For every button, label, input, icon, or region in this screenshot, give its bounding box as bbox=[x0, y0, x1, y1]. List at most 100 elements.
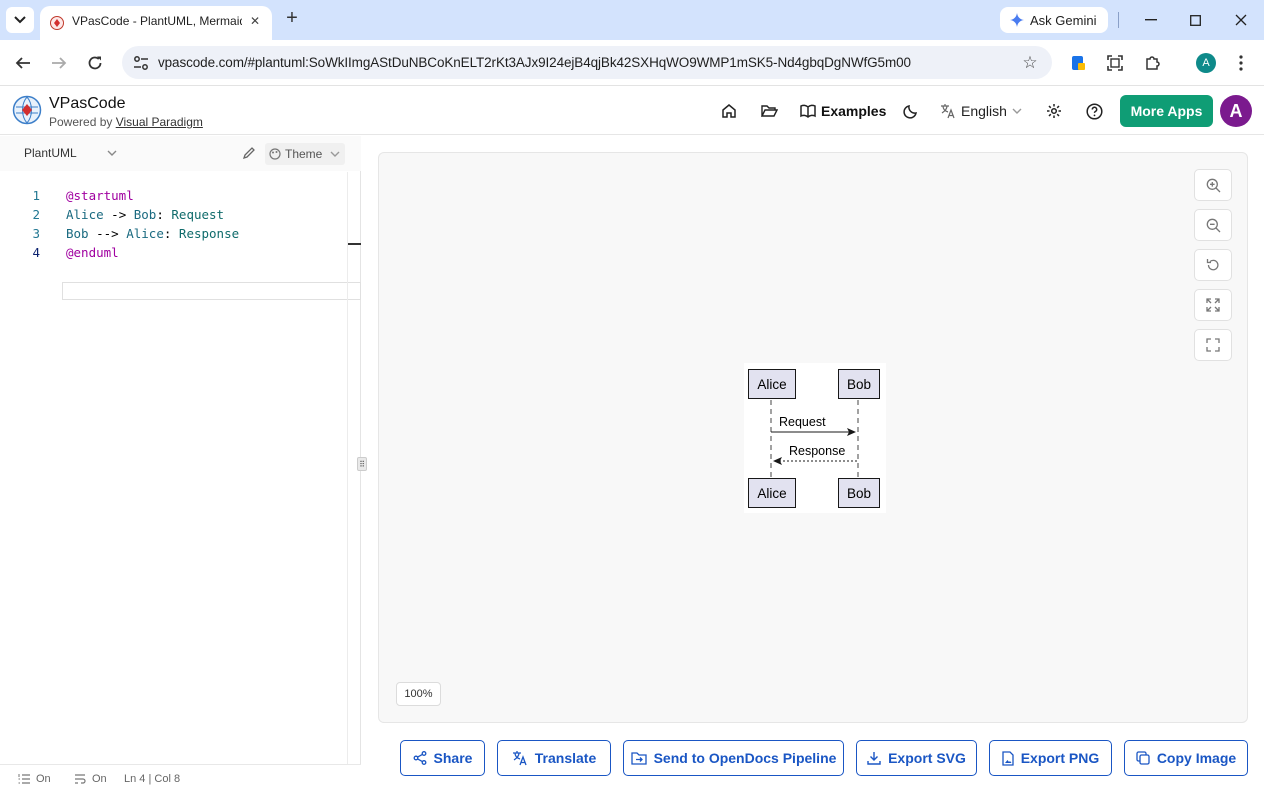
chevron-down-icon bbox=[1012, 108, 1022, 114]
theme-select[interactable]: Theme bbox=[265, 143, 345, 165]
code-editor[interactable]: 1 @startuml 2 Alice -> Bob: Request 3 Bo… bbox=[0, 172, 361, 764]
code-text: @enduml bbox=[66, 245, 119, 260]
close-window-button[interactable] bbox=[1226, 8, 1256, 32]
editor-toolbar: PlantUML Theme bbox=[0, 136, 361, 171]
home-icon bbox=[721, 103, 737, 119]
code-token: Bob bbox=[133, 207, 157, 222]
diagram-language-select[interactable]: PlantUML bbox=[24, 146, 117, 160]
brand-name: VPasCode bbox=[49, 95, 126, 112]
code-token: @enduml bbox=[66, 245, 119, 260]
list-numbered-icon bbox=[18, 774, 30, 784]
question-circle-icon bbox=[1085, 102, 1103, 120]
chevron-down-icon bbox=[107, 150, 117, 156]
settings-button[interactable] bbox=[1043, 100, 1065, 122]
tab-search-button[interactable] bbox=[6, 7, 34, 33]
participant-alice-top: Alice bbox=[748, 369, 796, 399]
editor-scrollbar-track[interactable] bbox=[347, 172, 348, 764]
line-number: 3 bbox=[32, 226, 40, 241]
reload-button[interactable] bbox=[81, 49, 109, 77]
code-token: : bbox=[156, 207, 172, 222]
tab-title: VPasCode - PlantUML, Mermaid bbox=[72, 14, 242, 28]
participant-bob-top: Bob bbox=[838, 369, 880, 399]
open-folder-button[interactable] bbox=[758, 100, 780, 122]
export-svg-button[interactable]: Export SVG bbox=[856, 740, 977, 776]
export-png-button[interactable]: Export PNG bbox=[989, 740, 1112, 776]
fullscreen-icon bbox=[1206, 338, 1220, 352]
chevron-down-icon bbox=[330, 151, 340, 157]
participant-bob-bottom: Bob bbox=[838, 478, 880, 508]
translate-button[interactable]: Translate bbox=[497, 740, 611, 776]
book-open-icon bbox=[800, 104, 816, 118]
fullscreen-button[interactable] bbox=[1194, 329, 1232, 361]
translate-label: Translate bbox=[534, 750, 597, 766]
code-token: : bbox=[163, 226, 179, 241]
copy-image-label: Copy Image bbox=[1156, 750, 1237, 766]
browser-menu-icon[interactable] bbox=[1227, 49, 1255, 77]
new-tab-button[interactable]: + bbox=[282, 8, 302, 30]
extensions-puzzle-icon[interactable] bbox=[1138, 49, 1166, 77]
browser-tab-active[interactable]: VPasCode - PlantUML, Mermaid ✕ bbox=[40, 6, 272, 40]
reset-zoom-button[interactable] bbox=[1194, 249, 1232, 281]
share-button[interactable]: Share bbox=[400, 740, 485, 776]
line-number: 2 bbox=[32, 207, 40, 222]
zoom-level-indicator: 100% bbox=[396, 682, 441, 706]
more-apps-button[interactable]: More Apps bbox=[1120, 95, 1213, 127]
editor-panel: PlantUML Theme 1 @startuml 2 Alice -> Bo… bbox=[0, 136, 361, 792]
site-info-icon[interactable] bbox=[132, 54, 150, 72]
copy-icon bbox=[1136, 751, 1150, 765]
language-selector[interactable]: English bbox=[940, 100, 1022, 122]
language-label: English bbox=[961, 103, 1007, 119]
cursor-position: Ln 4 | Col 8 bbox=[124, 773, 181, 785]
code-text: Bob --> Alice: Response bbox=[66, 226, 239, 241]
examples-button[interactable]: Examples bbox=[800, 100, 886, 122]
moon-icon bbox=[903, 103, 919, 119]
extension-icon[interactable] bbox=[1064, 49, 1092, 77]
zoom-in-button[interactable] bbox=[1194, 169, 1232, 201]
home-button[interactable] bbox=[718, 100, 740, 122]
line-numbers-toggle[interactable]: On bbox=[18, 773, 51, 785]
panel-resize-handle[interactable]: ⠿ bbox=[357, 457, 367, 471]
translate-icon bbox=[940, 103, 956, 119]
help-button[interactable] bbox=[1083, 100, 1105, 122]
maximize-window-button[interactable] bbox=[1180, 8, 1210, 32]
examples-label: Examples bbox=[821, 103, 887, 119]
minimize-window-button[interactable] bbox=[1136, 8, 1166, 32]
export-svg-label: Export SVG bbox=[888, 750, 966, 766]
address-bar[interactable]: vpascode.com/#plantuml:SoWkIImgAStDuNBCo… bbox=[122, 46, 1052, 79]
user-avatar[interactable]: A bbox=[1220, 95, 1252, 127]
back-button[interactable] bbox=[9, 49, 37, 77]
translate-icon bbox=[512, 750, 528, 766]
bookmark-star-icon[interactable]: ☆ bbox=[1020, 53, 1040, 73]
wrap-text-icon bbox=[74, 774, 86, 784]
chevron-down-icon bbox=[14, 16, 26, 24]
screenshot-icon[interactable] bbox=[1101, 49, 1129, 77]
theme-label: Theme bbox=[285, 147, 323, 161]
ask-gemini-label: Ask Gemini bbox=[1030, 12, 1097, 28]
palette-icon bbox=[269, 148, 281, 160]
copy-image-button[interactable]: Copy Image bbox=[1124, 740, 1248, 776]
word-wrap-toggle[interactable]: On bbox=[74, 773, 107, 785]
scrollbar-cursor-marker bbox=[348, 243, 361, 245]
profile-avatar[interactable]: A bbox=[1196, 53, 1216, 73]
dark-mode-toggle[interactable] bbox=[900, 100, 922, 122]
fit-to-screen-button[interactable] bbox=[1194, 289, 1232, 321]
vpascode-favicon-icon bbox=[50, 16, 64, 30]
close-tab-icon[interactable]: ✕ bbox=[246, 12, 264, 30]
forward-button[interactable] bbox=[45, 49, 73, 77]
current-line-highlight bbox=[62, 282, 361, 300]
code-token: Bob bbox=[66, 226, 89, 241]
pencil-icon[interactable] bbox=[242, 146, 258, 162]
powered-by-text: Powered by Visual Paradigm bbox=[49, 115, 203, 129]
browser-tabstrip: VPasCode - PlantUML, Mermaid ✕ + Ask Gem… bbox=[0, 0, 1264, 40]
code-token: Request bbox=[171, 207, 225, 222]
download-icon bbox=[867, 751, 881, 765]
line-number: 4 bbox=[32, 245, 40, 260]
diagram-canvas[interactable]: Alice Bob Request Response Alice Bob 100… bbox=[378, 152, 1248, 723]
zoom-out-button[interactable] bbox=[1194, 209, 1232, 241]
ask-gemini-button[interactable]: Ask Gemini bbox=[1000, 7, 1108, 33]
send-to-opendocs-button[interactable]: Send to OpenDocs Pipeline bbox=[623, 740, 844, 776]
vpascode-logo-icon[interactable] bbox=[12, 95, 42, 125]
gear-icon bbox=[1046, 103, 1062, 119]
visual-paradigm-link[interactable]: Visual Paradigm bbox=[116, 115, 203, 129]
editor-status-bar: On On Ln 4 | Col 8 bbox=[0, 764, 361, 792]
